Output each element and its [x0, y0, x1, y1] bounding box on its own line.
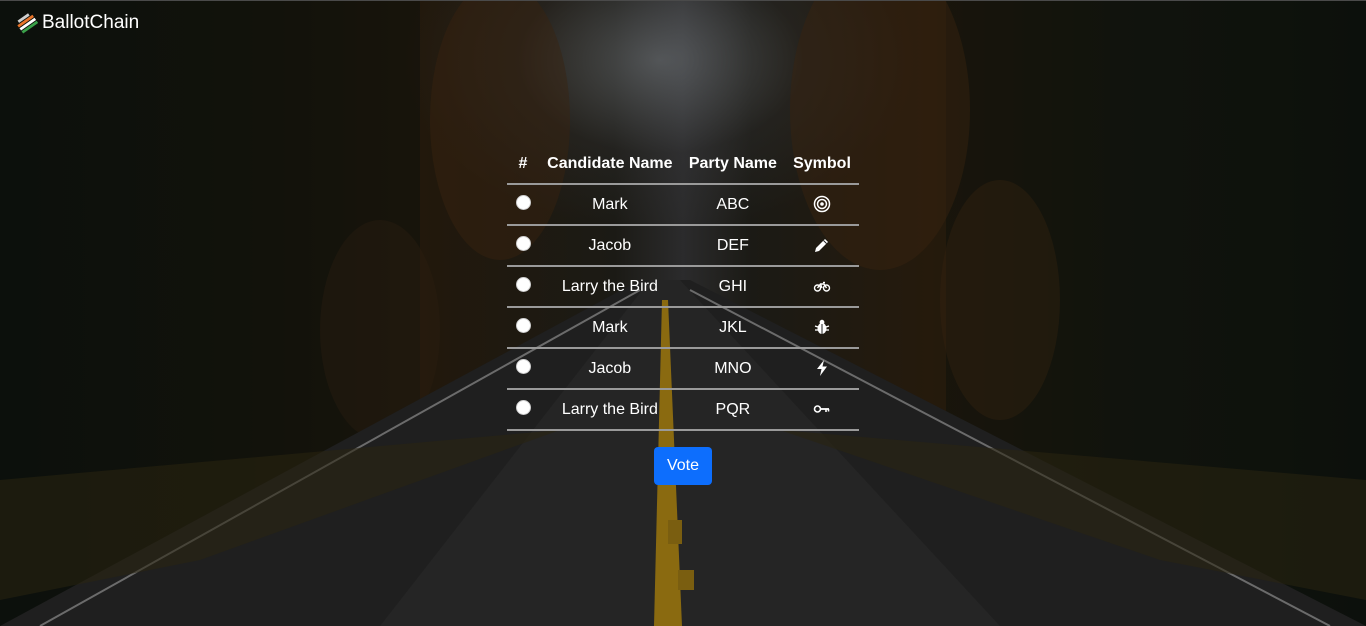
table-header-row: # Candidate Name Party Name Symbol [507, 145, 859, 185]
bullseye-icon [813, 196, 831, 213]
party-name: DEF [680, 225, 786, 267]
page-background: BallotChain # Candidate Name Party Name … [0, 0, 1366, 626]
ballot-box-icon [17, 13, 38, 34]
candidate-name: Mark [539, 184, 681, 226]
brand-name: BallotChain [42, 12, 140, 33]
candidate-name: Larry the Bird [539, 389, 681, 431]
table-row: Jacob DEF [507, 225, 859, 267]
vote-button[interactable]: Vote [654, 447, 712, 485]
candidate-name: Jacob [539, 348, 681, 390]
table-row: Jacob MNO [507, 348, 859, 390]
candidate-radio[interactable] [515, 276, 531, 292]
lightning-icon [817, 360, 827, 377]
party-name: MNO [680, 348, 786, 390]
party-name: PQR [680, 389, 786, 431]
table-row: Larry the Bird GHI [507, 266, 859, 308]
key-icon [813, 405, 830, 414]
table-row: Mark JKL [507, 307, 859, 349]
candidate-name: Jacob [539, 225, 681, 267]
party-name: JKL [680, 307, 786, 349]
header-party-name: Party Name [680, 145, 786, 185]
candidate-name: Mark [539, 307, 681, 349]
candidate-radio[interactable] [515, 358, 531, 374]
navbar: BallotChain [0, 0, 1366, 56]
candidate-radio[interactable] [515, 317, 531, 333]
party-name: GHI [680, 266, 786, 308]
candidate-radio[interactable] [515, 399, 531, 415]
candidates-table: # Candidate Name Party Name Symbol Mark … [507, 145, 859, 431]
header-symbol: Symbol [785, 145, 859, 185]
header-number: # [507, 145, 539, 185]
candidate-radio[interactable] [515, 235, 531, 251]
bicycle-icon [813, 282, 831, 293]
header-candidate-name: Candidate Name [539, 145, 681, 185]
party-name: ABC [680, 184, 786, 226]
candidate-radio[interactable] [515, 194, 531, 210]
bug-icon [814, 320, 830, 335]
table-row: Larry the Bird PQR [507, 389, 859, 431]
brand-link[interactable]: BallotChain [16, 12, 139, 34]
pencil-icon [815, 239, 828, 253]
candidate-name: Larry the Bird [539, 266, 681, 308]
table-row: Mark ABC [507, 184, 859, 226]
